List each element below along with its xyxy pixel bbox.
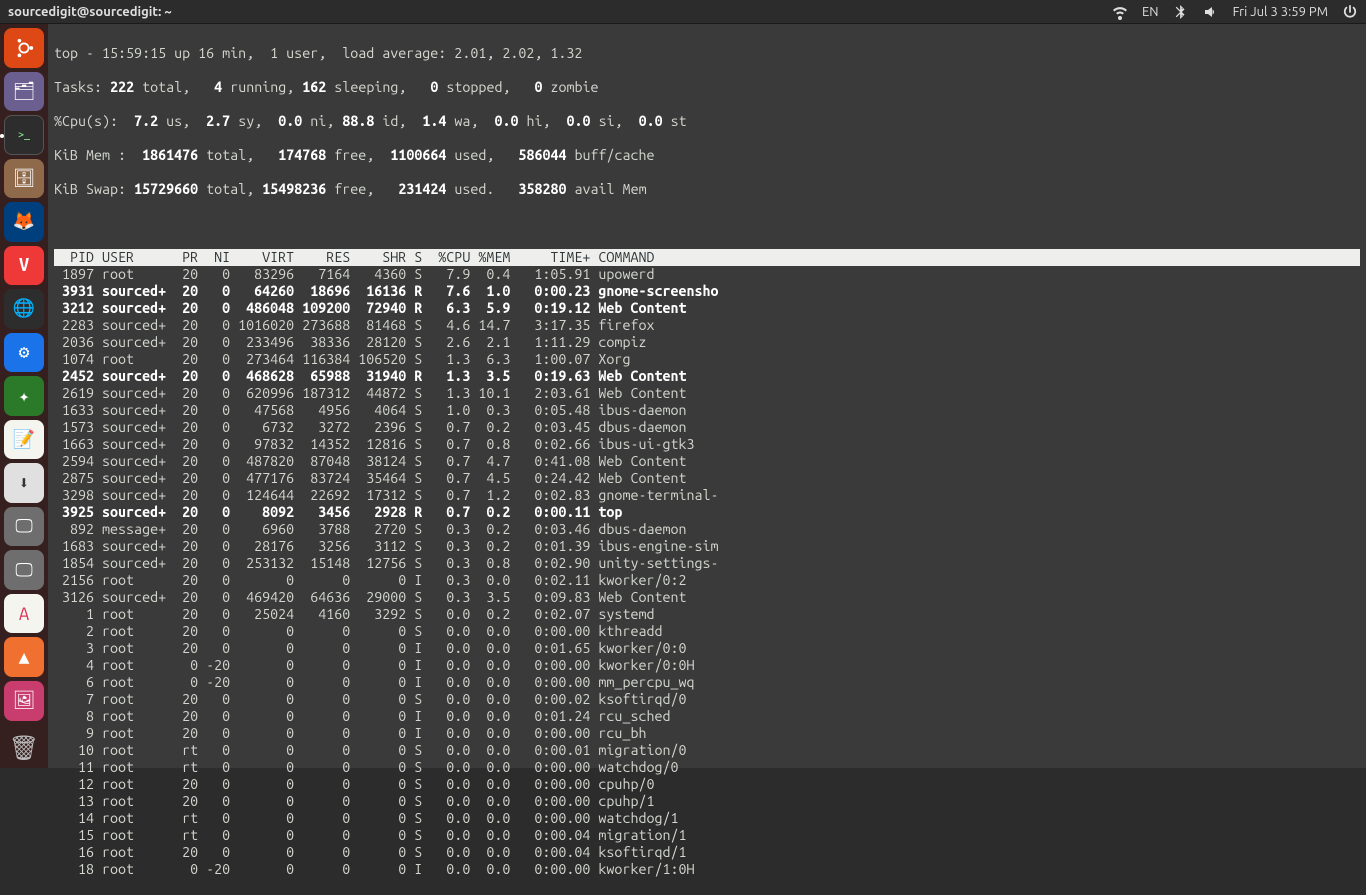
process-row: 3 root 20 0 0 0 0 I 0.0 0.0 0:01.65 kwor… [54,640,1360,657]
window-title: sourcedigit@sourcedigit: ~ [8,5,172,19]
launcher-screenshot[interactable]: 🖼 [4,681,44,721]
top-summary-tasks: Tasks: 222 total, 4 running, 162 sleepin… [54,79,1360,96]
process-row: 13 root 20 0 0 0 0 S 0.0 0.0 0:00.00 cpu… [54,793,1360,810]
process-row: 16 root 20 0 0 0 0 S 0.0 0.0 0:00.04 kso… [54,844,1360,861]
launcher-terminal[interactable]: >_ [4,115,44,155]
network-wifi-icon[interactable] [1112,4,1128,20]
process-row: 2619 sourced+ 20 0 620996 187312 44872 S… [54,385,1360,402]
launcher-trash[interactable]: 🗑 [4,729,44,769]
process-row: 6 root 0 -20 0 0 0 I 0.0 0.0 0:00.00 mm_… [54,674,1360,691]
top-summary-swap: KiB Swap: 15729660 total, 15498236 free,… [54,181,1360,198]
process-row: 8 root 20 0 0 0 0 I 0.0 0.0 0:01.24 rcu_… [54,708,1360,725]
top-column-header: PID USER PR NI VIRT RES SHR S %CPU %MEM … [54,249,1360,266]
process-row: 7 root 20 0 0 0 0 S 0.0 0.0 0:00.02 ksof… [54,691,1360,708]
volume-icon[interactable] [1203,4,1219,20]
process-row: 3126 sourced+ 20 0 469420 64636 29000 S … [54,589,1360,606]
process-row: 1573 sourced+ 20 0 6732 3272 2396 S 0.7 … [54,419,1360,436]
process-list: 1897 root 20 0 83296 7164 4360 S 7.9 0.4… [54,266,1360,878]
process-row: 9 root 20 0 0 0 0 I 0.0 0.0 0:00.00 rcu_… [54,725,1360,742]
launcher-files[interactable]: 🗂 [4,72,44,112]
process-row: 10 root rt 0 0 0 0 S 0.0 0.0 0:00.01 mig… [54,742,1360,759]
launcher-dash[interactable] [4,28,44,68]
process-row: 1663 sourced+ 20 0 97832 14352 12816 S 0… [54,436,1360,453]
launcher-display-a[interactable]: 🖵 [4,507,44,547]
unity-launcher: 🗂 >_ 🗄 🦊 V 🌐 ⚙ ✦ 📝 ⬇ 🖵 🖵 A ▲ 🖼 🗑 [0,24,48,768]
process-row: 2156 root 20 0 0 0 0 I 0.3 0.0 0:02.11 k… [54,572,1360,589]
top-summary-mem: KiB Mem : 1861476 total, 174768 free, 11… [54,147,1360,164]
top-menubar: sourcedigit@sourcedigit: ~ EN Fri Jul 3 … [0,0,1366,24]
system-indicators: EN Fri Jul 3 3:59 PM [1112,4,1358,20]
process-row: 3931 sourced+ 20 0 64260 18696 16136 R 7… [54,283,1360,300]
clock[interactable]: Fri Jul 3 3:59 PM [1233,5,1328,19]
process-row: 1854 sourced+ 20 0 253132 15148 12756 S … [54,555,1360,572]
terminal-output[interactable]: top - 15:59:15 up 16 min, 1 user, load a… [48,24,1366,768]
process-row: 2 root 20 0 0 0 0 S 0.0 0.0 0:00.00 kthr… [54,623,1360,640]
process-row: 2283 sourced+ 20 0 1016020 273688 81468 … [54,317,1360,334]
launcher-text-editor[interactable]: 📝 [4,420,44,460]
process-row: 1897 root 20 0 83296 7164 4360 S 7.9 0.4… [54,266,1360,283]
process-row: 12 root 20 0 0 0 0 S 0.0 0.0 0:00.00 cpu… [54,776,1360,793]
process-row: 3298 sourced+ 20 0 124644 22692 17312 S … [54,487,1360,504]
keyboard-layout-indicator[interactable]: EN [1142,5,1159,19]
process-row: 2452 sourced+ 20 0 468628 65988 31940 R … [54,368,1360,385]
process-row: 2036 sourced+ 20 0 233496 38336 28120 S … [54,334,1360,351]
launcher-firefox[interactable]: 🦊 [4,202,44,242]
process-row: 1074 root 20 0 273464 116384 106520 S 1.… [54,351,1360,368]
bluetooth-icon[interactable] [1173,4,1189,20]
power-icon[interactable] [1342,4,1358,20]
launcher-settings[interactable]: ⚙ [4,333,44,373]
process-row: 3212 sourced+ 20 0 486048 109200 72940 R… [54,300,1360,317]
process-row: 15 root rt 0 0 0 0 S 0.0 0.0 0:00.04 mig… [54,827,1360,844]
process-row: 2875 sourced+ 20 0 477176 83724 35464 S … [54,470,1360,487]
launcher-tweaks[interactable]: ✦ [4,376,44,416]
launcher-vivaldi[interactable]: V [4,246,44,286]
launcher-browser[interactable]: 🌐 [4,289,44,329]
top-summary-uptime: top - 15:59:15 up 16 min, 1 user, load a… [54,45,1360,62]
process-row: 1683 sourced+ 20 0 28176 3256 3112 S 0.3… [54,538,1360,555]
launcher-archive[interactable]: ⬇ [4,463,44,503]
top-summary-cpu: %Cpu(s): 7.2 us, 2.7 sy, 0.0 ni, 88.8 id… [54,113,1360,130]
launcher-vlc[interactable]: ▲ [4,637,44,677]
process-row: 892 message+ 20 0 6960 3788 2720 S 0.3 0… [54,521,1360,538]
process-row: 14 root rt 0 0 0 0 S 0.0 0.0 0:00.00 wat… [54,810,1360,827]
process-row: 3925 sourced+ 20 0 8092 3456 2928 R 0.7 … [54,504,1360,521]
launcher-file-manager[interactable]: 🗄 [4,159,44,199]
process-row: 1 root 20 0 25024 4160 3292 S 0.0 0.2 0:… [54,606,1360,623]
process-row: 18 root 0 -20 0 0 0 I 0.0 0.0 0:00.00 kw… [54,861,1360,878]
launcher-software[interactable]: A [4,594,44,634]
process-row: 1633 sourced+ 20 0 47568 4956 4064 S 1.0… [54,402,1360,419]
process-row: 4 root 0 -20 0 0 0 I 0.0 0.0 0:00.00 kwo… [54,657,1360,674]
process-row: 2594 sourced+ 20 0 487820 87048 38124 S … [54,453,1360,470]
launcher-display-b[interactable]: 🖵 [4,550,44,590]
